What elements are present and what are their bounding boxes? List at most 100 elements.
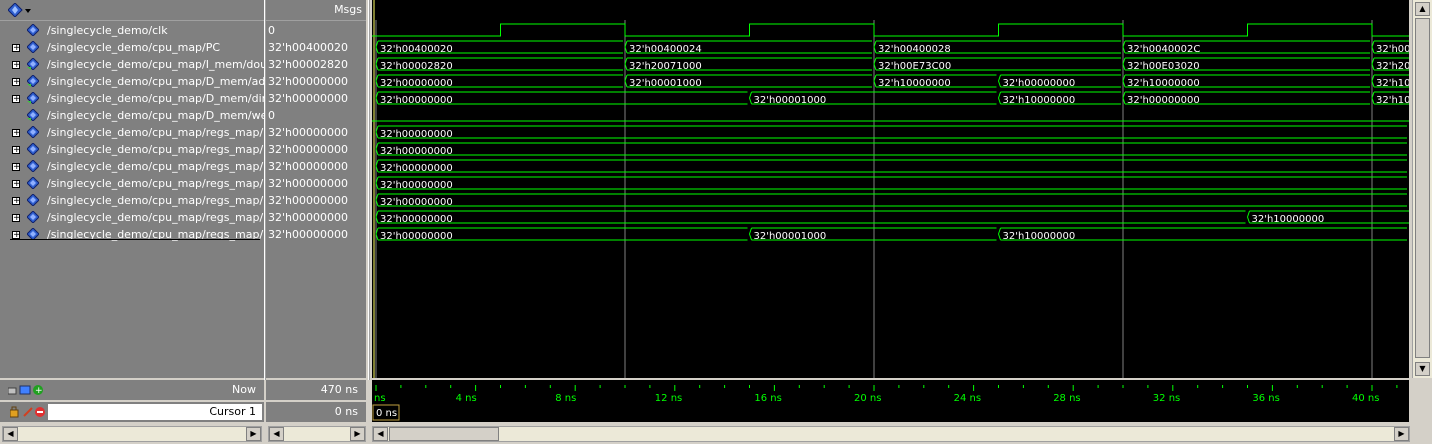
bus-value-label: 32'h00400028 [878,44,951,55]
expand-icon[interactable]: + [12,129,21,138]
bus-value-label: 32'h10000000 [1003,95,1076,106]
bus-value-label: 32'h00400024 [629,44,702,55]
value-row: 32'h00000000 [266,226,366,243]
values-scroll-right-icon[interactable]: ▶ [350,427,365,441]
ruler-tick-label: 28 ns [1053,393,1080,404]
expand-icon[interactable]: + [12,231,21,240]
expand-icon[interactable]: + [12,197,21,206]
signal-name: /singlecycle_demo/cpu_map/I_mem/dout [47,58,272,71]
msgs-label: Msgs [334,3,362,16]
values-hscrollbar[interactable]: ◀ ▶ [268,426,366,442]
wave-scroll-left-icon[interactable]: ◀ [373,427,388,441]
signal-row[interactable]: + /singlecycle_demo/cpu_map/PC [0,39,264,56]
signal-row[interactable]: /singlecycle_demo/cpu_map/D_mem/we [0,107,268,124]
ruler-tick-label: 4 ns [456,393,477,404]
bus-value-label: 32'h00000000 [380,146,453,157]
diamond-signal-icon [26,142,40,156]
cursor-lock-icon[interactable] [9,406,46,421]
value-row: 32'h00000000 [266,209,366,226]
cursor-tools-icon[interactable]: + [7,384,44,399]
bus-segment [375,193,1407,207]
ruler-tick-label: 40 ns [1352,393,1379,404]
cursor-value: 0 ns [334,405,358,418]
wave-scroll-right-icon[interactable]: ▶ [1394,427,1409,441]
bus-segment [375,125,1407,139]
bus-value-label: 32'h10000028 [1376,78,1409,89]
value-row: 32'h00000000 [266,158,366,175]
signal-row[interactable]: + /singlecycle_demo/cpu_map/regs_map/r04 [0,175,282,192]
names-scroll-left-icon[interactable]: ◀ [3,427,18,441]
bus-value-label: 32'h00000000 [380,231,453,242]
signal-row[interactable]: /singlecycle_demo/clk [0,22,264,39]
bus-value-label: 32'h00000000 [380,163,453,174]
cursor-name-cell: Cursor 1 [0,402,264,422]
bus-value-label: 32'h20071000 [629,61,702,72]
diamond-input-icon [26,57,40,71]
signal-name: /singlecycle_demo/cpu_map/regs_map/r05 [47,194,282,207]
bus-value-label: 32'h10000000 [1127,78,1200,89]
cursor-pane: + Now Cursor 1 470 ns 0 ns ns 4 ns 8 ns 12 … [0,380,1432,444]
time-ruler[interactable]: ns 4 ns 8 ns 12 ns 16 ns 20 ns 24 ns 28 ns 32 ns… [372,380,1423,422]
signal-row[interactable]: + /singlecycle_demo/cpu_map/regs_map/r03 [0,158,282,175]
names-scroll-right-icon[interactable]: ▶ [246,427,261,441]
signal-row[interactable]: + /singlecycle_demo/cpu_map/D_mem/addr [0,73,277,90]
expand-icon[interactable]: + [12,95,21,104]
bus-value-label: 32'h10000000 [878,78,951,89]
signal-name: /singlecycle_demo/cpu_map/regs_map/r01 [47,126,282,139]
expand-icon[interactable]: + [12,146,21,155]
now-label: Now [232,383,256,396]
signal-row[interactable]: + /singlecycle_demo/cpu_map/I_mem/dout [0,56,271,73]
vertical-scrollbar[interactable]: ▲ ▼ [1412,0,1432,378]
signal-row[interactable]: + /singlecycle_demo/cpu_map/regs_map/r02 [0,141,282,158]
scroll-down-icon[interactable]: ▼ [1415,362,1430,376]
bus-value-label: 32'h00000000 [380,95,453,106]
wave-toolbar-icon[interactable] [7,2,32,20]
ruler-tick-label: ns [374,393,386,404]
diamond-signal-icon [26,159,40,173]
expand-icon[interactable]: + [12,44,21,53]
signal-row[interactable]: + /singlecycle_demo/cpu_map/regs_map/r05 [0,192,282,209]
names-header [0,0,264,21]
ruler-tick-label: 8 ns [555,393,576,404]
wave-pane[interactable]: 32'h00400020 32'h00400024 32'h00400028 32'h… [372,0,1409,378]
diamond-signal-icon [26,176,40,190]
expand-icon[interactable]: + [12,61,21,70]
ruler-tick-label: 12 ns [655,393,682,404]
expand-icon[interactable]: + [12,180,21,189]
expand-icon[interactable]: + [12,163,21,172]
value-row: 32'h00000000 [266,141,366,158]
wave-canvas[interactable]: 32'h00400020 32'h00400024 32'h00400028 32'h… [372,0,1409,378]
scroll-thumb[interactable] [1415,18,1430,358]
signal-row[interactable]: + /singlecycle_demo/cpu_map/regs_map/r06 [0,209,282,226]
value-row: 32'h00002820 [266,56,366,73]
scroll-up-icon[interactable]: ▲ [1415,2,1430,16]
diamond-input-icon [26,91,40,105]
signal-name: /singlecycle_demo/cpu_map/D_mem/we [47,109,268,122]
names-hscrollbar[interactable]: ◀ ▶ [2,426,262,442]
signal-row[interactable]: + /singlecycle_demo/cpu_map/regs_map/r01 [0,124,282,141]
signal-names-pane[interactable]: /singlecycle_demo/clk +/singlecycle_demo/… [0,0,282,378]
bus-value-label: 32'h00000000 [380,129,453,140]
value-row: 32'h00400020 [266,39,366,56]
signal-value: 32'h00000000 [268,228,348,241]
wave-scroll-thumb[interactable] [389,427,499,441]
expand-icon[interactable]: + [12,78,21,87]
bus-value-label: 32'h00400030 [1376,44,1409,55]
values-scroll-left-icon[interactable]: ◀ [269,427,284,441]
signal-row[interactable]: +/singlecycle_demo/cpu_map/regs_map/r07 [0,226,282,243]
signal-name: /singlecycle_demo/cpu_map/regs_map/r04 [47,177,282,190]
values-splitter[interactable] [368,0,370,444]
signal-value: 32'h00000000 [268,143,348,156]
wave-hscrollbar[interactable]: ◀ ▶ [372,426,1410,442]
signal-row[interactable]: + /singlecycle_demo/cpu_map/D_mem/din [0,90,269,107]
signal-name: /singlecycle_demo/cpu_map/D_mem/addr [47,75,277,88]
signal-value: 32'h00002820 [268,58,348,71]
cursor-name-field[interactable]: Cursor 1 [48,404,262,420]
now-value-cell: 470 ns [266,380,366,400]
bus-value-label: 32'h10000000 [1252,214,1325,225]
value-row: 32'h00000000 [266,192,366,209]
expand-icon[interactable]: + [12,214,21,223]
diamond-signal-icon [26,23,40,37]
bus-value-label: 32'h00001000 [629,78,702,89]
signal-name: /singlecycle_demo/cpu_map/regs_map/r06 [47,211,282,224]
